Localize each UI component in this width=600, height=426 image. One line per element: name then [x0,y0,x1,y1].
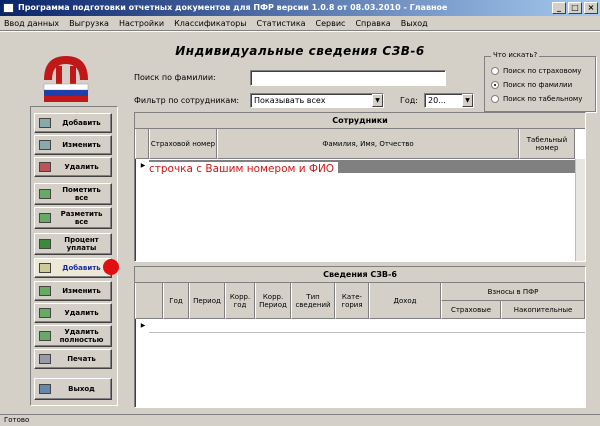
check-icon [39,189,51,199]
column-header-info-type[interactable]: Тип сведений [291,283,335,319]
row-indicator-header [135,283,163,319]
exit-icon [39,384,51,394]
print-icon [39,354,51,364]
radio-search-surname[interactable]: Поиск по фамилии [491,81,572,89]
status-bar: Готово [0,414,600,426]
maximize-button[interactable]: □ [568,2,582,14]
edit-icon [39,286,51,296]
search-mode-legend: Что искать? [491,51,540,59]
uncheck-icon [39,213,51,223]
radio-dot[interactable] [491,67,499,75]
edit-record-button[interactable]: Изменить [34,281,112,301]
table-row[interactable] [149,320,585,333]
filter-select[interactable]: Показывать всех ▼ [250,93,384,108]
add-record-button[interactable]: Добавить [34,258,112,278]
menu-bar: Ввод данных Выгрузка Настройки Классифик… [0,16,600,30]
close-button[interactable]: × [584,2,598,14]
window-title: Программа подготовки отчетных документов… [18,3,448,12]
search-input[interactable] [250,70,446,86]
radio-label: Поиск по страховому [503,67,582,75]
employees-grid-caption: Сотрудники [135,113,585,129]
menu-item-exit[interactable]: Выход [401,19,428,28]
radio-search-insurance[interactable]: Поиск по страховому [491,67,581,75]
column-header-personnel-number[interactable]: Табельный номер [519,129,575,159]
exit-button[interactable]: Выход [34,378,112,400]
radio-search-personnel[interactable]: Поиск по табельному [491,95,582,103]
radio-label: Поиск по фамилии [503,81,573,89]
add-employee-button[interactable]: Добавить [34,113,112,133]
row-pointer-icon: ▶ [140,322,146,329]
column-header-year[interactable]: Год [163,283,189,319]
column-group-header-pfr: Взносы в ПФР [441,283,585,301]
delete-record-button[interactable]: Удалить [34,303,112,323]
column-header-insurance[interactable]: Страховые [441,301,501,319]
menu-item-export[interactable]: Выгрузка [69,19,109,28]
chevron-down-icon[interactable]: ▼ [462,94,473,107]
year-select-value: 20... [428,96,446,105]
print-button[interactable]: Печать [34,349,112,369]
pfr-logo [43,56,89,102]
highlight-marker [103,259,119,275]
employee-row-annotation: строчка с Вашим номером и ФИО [145,162,339,176]
delete-icon [39,162,51,172]
column-header-corr-year[interactable]: Корр. год [225,283,255,319]
payment-percent-button[interactable]: Процент уплаты [34,233,112,255]
filter-select-value: Показывать всех [254,96,326,105]
edit-employee-button[interactable]: Изменить [34,135,112,155]
radio-label: Поиск по табельному [503,95,583,103]
column-header-category[interactable]: Кате-гория [335,283,369,319]
chevron-down-icon[interactable]: ▼ [372,94,383,107]
page-title: Индивидуальные сведения СЗВ-6 [175,44,425,58]
menu-item-classifiers[interactable]: Классификаторы [174,19,246,28]
filter-label: Фильтр по сотрудникам: [134,96,240,105]
column-header-income[interactable]: Доход [369,283,441,319]
svedenia-grid[interactable]: Сведения СЗВ-6 Год Период Корр. год Корр… [134,266,586,408]
svedenia-grid-caption: Сведения СЗВ-6 [135,267,585,283]
delete-icon [39,308,51,318]
menu-item-help[interactable]: Справка [355,19,390,28]
year-label: Год: [400,96,418,105]
menu-item-service[interactable]: Сервис [316,19,346,28]
column-header-period[interactable]: Период [189,283,225,319]
check-all-button[interactable]: Пометить все [34,183,112,205]
menu-item-settings[interactable]: Настройки [119,19,164,28]
employees-grid[interactable]: Сотрудники Страховой номер Фамилия, Имя,… [134,112,586,262]
delete-employee-button[interactable]: Удалить [34,157,112,177]
add-icon [39,263,51,273]
radio-dot[interactable] [491,95,499,103]
edit-icon [39,140,51,150]
column-header-insurance-number[interactable]: Страховой номер [149,129,217,159]
menu-item-statistics[interactable]: Статистика [257,19,306,28]
window-titlebar: Программа подготовки отчетных документов… [0,0,600,16]
menu-item-input[interactable]: Ввод данных [4,19,59,28]
row-indicator-header [135,129,149,159]
radio-dot[interactable] [491,81,499,89]
menu-separator [0,30,600,32]
minimize-button[interactable]: _ [552,2,566,14]
app-icon [3,3,14,13]
search-mode-group: Что искать? Поиск по страховому Поиск по… [484,51,596,112]
uncheck-all-button[interactable]: Разметить все [34,207,112,229]
column-header-corr-period[interactable]: Корр. Период [255,283,291,319]
employees-scrollbar[interactable] [575,159,585,261]
search-label: Поиск по фамилии: [134,73,216,82]
add-icon [39,118,51,128]
column-header-full-name[interactable]: Фамилия, Имя, Отчество [217,129,519,159]
column-header-accumulative[interactable]: Накопительные [501,301,585,319]
year-select[interactable]: 20... ▼ [424,93,474,108]
delete-all-icon [39,331,51,341]
delete-all-button[interactable]: Удалить полностью [34,325,112,347]
money-icon [39,239,51,249]
